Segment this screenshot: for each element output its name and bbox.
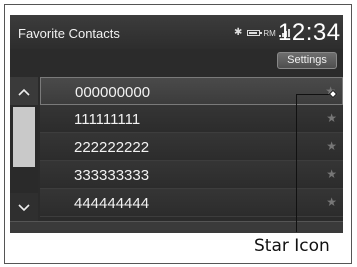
bluetooth-icon: ✱ (234, 27, 243, 38)
list-item[interactable]: 222222222 ★ (40, 133, 343, 161)
clock: 12:34 (278, 19, 341, 46)
settings-button[interactable]: Settings (277, 52, 337, 69)
battery-icon (247, 30, 263, 36)
page-title: Favorite Contacts (18, 26, 120, 41)
scroll-down-button[interactable] (10, 193, 38, 221)
contact-number: 222222222 (74, 139, 150, 156)
contact-number: 111111111 (74, 111, 141, 128)
contact-number: 444444444 (74, 195, 150, 212)
star-icon[interactable]: ★ (326, 139, 337, 153)
callout-line (296, 94, 297, 232)
contact-number: 333333333 (74, 167, 150, 184)
chevron-down-icon (18, 204, 30, 212)
chevron-up-icon (18, 89, 30, 96)
list-item[interactable]: 111111111 ★ (40, 105, 343, 133)
scroll-thumb[interactable] (13, 107, 35, 167)
contact-number: 000000000 (75, 84, 151, 101)
list-item[interactable]: 444444444 ★ (40, 189, 343, 217)
mode-label: RM (263, 28, 276, 38)
status-bar: Favorite Contacts ✱ RM 12:34 (10, 15, 343, 49)
star-icon[interactable]: ★ (326, 167, 337, 181)
star-icon[interactable]: ★ (326, 195, 337, 209)
bottom-bar (10, 221, 343, 233)
phone-screen: Favorite Contacts ✱ RM 12:34 Settings 00… (10, 15, 343, 233)
scrollbar[interactable] (10, 77, 38, 221)
callout-label: Star Icon (254, 236, 330, 256)
contacts-list: 000000000 ★ 111111111 ★ 222222222 ★ 3333… (40, 77, 343, 217)
list-item[interactable]: 000000000 ★ (40, 77, 343, 105)
callout-line (296, 94, 333, 95)
scroll-track[interactable] (13, 107, 35, 191)
scroll-up-button[interactable] (10, 77, 38, 105)
list-item[interactable]: 333333333 ★ (40, 161, 343, 189)
star-icon[interactable]: ★ (326, 111, 337, 125)
